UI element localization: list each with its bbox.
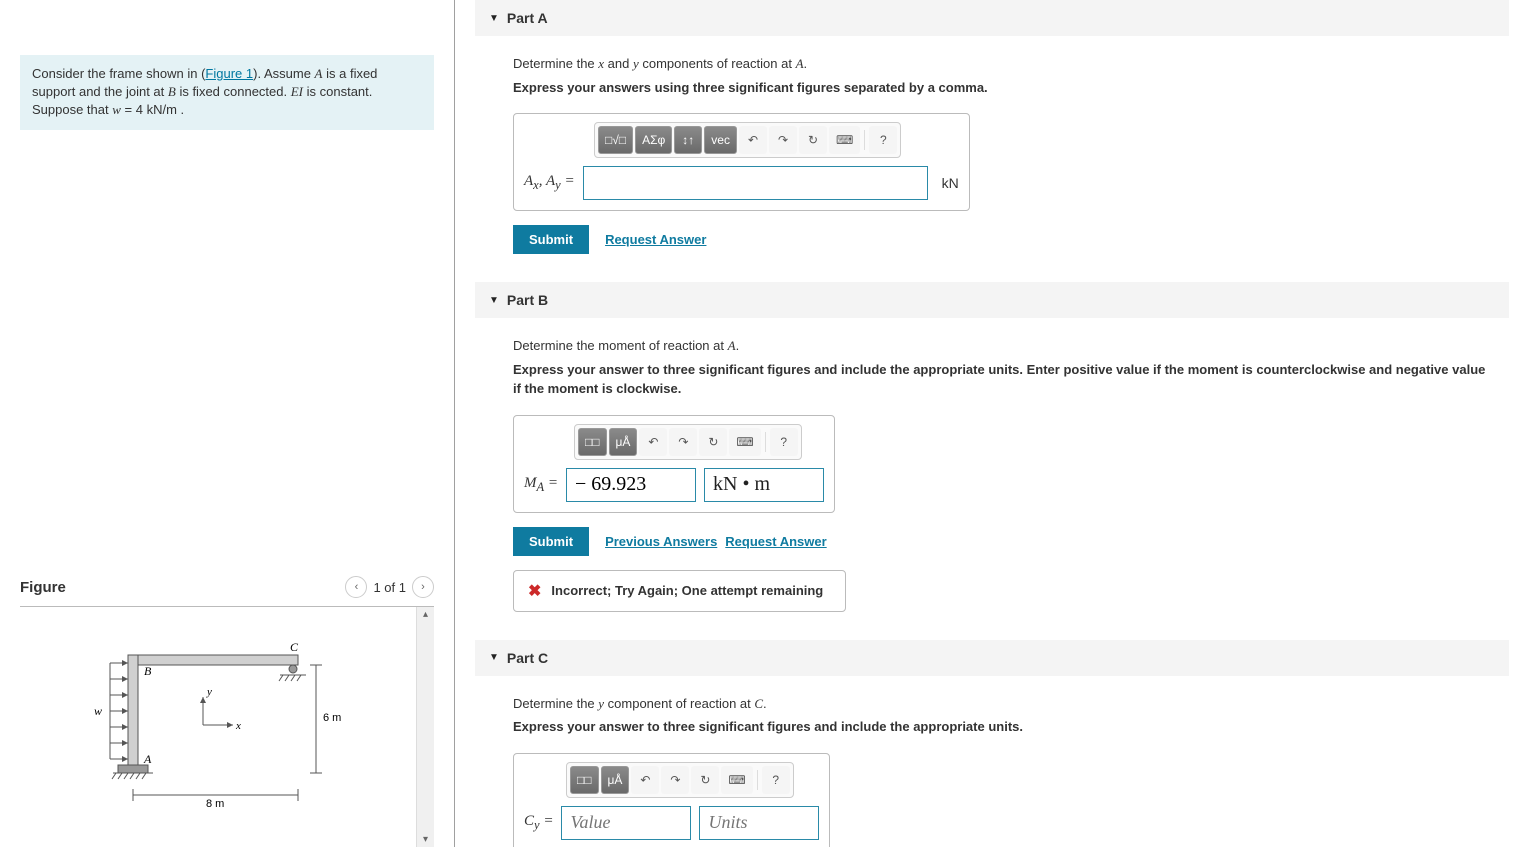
part-b-unit-input[interactable]: [704, 468, 824, 502]
figure-title: Figure: [20, 579, 66, 596]
part-b-var-label: MA =: [524, 475, 558, 495]
left-panel: Consider the frame shown in (Figure 1). …: [0, 0, 455, 847]
figure-section: Figure ‹ 1 of 1 ›: [20, 568, 434, 847]
part-c-answer-box: □□ μÅ ↶ ↷ ↻ ⌨ ? Cy =: [513, 753, 830, 847]
incorrect-icon: ✖: [528, 581, 541, 601]
label-8m: 8 m: [206, 798, 224, 810]
part-b-title: Part B: [507, 292, 548, 308]
part-b-previous-answers-link[interactable]: Previous Answers: [605, 534, 717, 549]
part-b-instruction2: Express your answer to three significant…: [513, 360, 1491, 399]
part-a-header[interactable]: ▼ Part A: [475, 0, 1509, 36]
label-B: B: [144, 664, 152, 678]
figure-counter: 1 of 1: [373, 580, 406, 595]
label-C: C: [290, 640, 299, 654]
part-c-instruction1: Determine the y component of reaction at…: [513, 694, 1491, 714]
collapse-icon: ▼: [489, 13, 499, 24]
part-a-title: Part A: [507, 10, 548, 26]
part-c-title: Part C: [507, 650, 548, 666]
help-button[interactable]: ?: [770, 428, 798, 456]
reset-button[interactable]: ↻: [699, 428, 727, 456]
undo-button[interactable]: ↶: [631, 766, 659, 794]
collapse-icon: ▼: [489, 652, 499, 663]
figure-next-button[interactable]: ›: [412, 576, 434, 598]
keyboard-button[interactable]: ⌨: [721, 766, 752, 794]
part-b-answer-box: □□ μÅ ↶ ↷ ↻ ⌨ ? MA =: [513, 415, 835, 513]
part-b-content: Determine the moment of reaction at A. E…: [475, 318, 1509, 630]
part-a-answer-box: □√□ ΑΣφ ↕↑ vec ↶ ↷ ↻ ⌨ ? Ax, Ay = kN: [513, 113, 970, 211]
problem-statement: Consider the frame shown in (Figure 1). …: [20, 55, 434, 130]
scroll-down-icon[interactable]: ▾: [423, 834, 428, 845]
frame-diagram-svg: B C A w y x 6 m 8 m: [88, 637, 348, 817]
part-b-request-answer-link[interactable]: Request Answer: [725, 534, 826, 549]
part-a-answer-input[interactable]: [583, 166, 928, 200]
part-a-unit: kN: [942, 175, 959, 191]
undo-button[interactable]: ↶: [739, 126, 767, 154]
figure-prev-button[interactable]: ‹: [345, 576, 367, 598]
part-b-header[interactable]: ▼ Part B: [475, 282, 1509, 318]
part-b-submit-button[interactable]: Submit: [513, 527, 589, 556]
label-6m: 6 m: [323, 712, 341, 724]
templates-button[interactable]: □□: [578, 428, 607, 456]
redo-button[interactable]: ↷: [769, 126, 797, 154]
redo-button[interactable]: ↷: [661, 766, 689, 794]
part-a-toolbar: □√□ ΑΣφ ↕↑ vec ↶ ↷ ↻ ⌨ ?: [594, 122, 901, 158]
label-x: x: [235, 720, 241, 732]
mu-button[interactable]: μÅ: [601, 766, 630, 794]
scroll-up-icon[interactable]: ▴: [423, 609, 428, 620]
templates-button[interactable]: □√□: [598, 126, 633, 154]
collapse-icon: ▼: [489, 295, 499, 306]
part-b-feedback-text: Incorrect; Try Again; One attempt remain…: [551, 583, 823, 598]
part-c-instruction2: Express your answer to three significant…: [513, 717, 1491, 737]
part-a-submit-button[interactable]: Submit: [513, 225, 589, 254]
part-a-var-label: Ax, Ay =: [524, 173, 575, 193]
label-y: y: [206, 686, 212, 698]
right-panel: ▼ Part A Determine the x and y component…: [455, 0, 1529, 847]
label-A: A: [143, 752, 152, 766]
keyboard-button[interactable]: ⌨: [829, 126, 860, 154]
reset-button[interactable]: ↻: [799, 126, 827, 154]
help-button[interactable]: ?: [762, 766, 790, 794]
part-c-header[interactable]: ▼ Part C: [475, 640, 1509, 676]
templates-button[interactable]: □□: [570, 766, 599, 794]
part-b-feedback: ✖ Incorrect; Try Again; One attempt rema…: [513, 570, 846, 612]
keyboard-button[interactable]: ⌨: [729, 428, 760, 456]
part-a-content: Determine the x and y components of reac…: [475, 36, 1509, 272]
part-a-instruction2: Express your answers using three signifi…: [513, 78, 1491, 98]
part-b-value-input[interactable]: [566, 468, 696, 502]
vec-button[interactable]: vec: [704, 126, 737, 154]
part-b-toolbar: □□ μÅ ↶ ↷ ↻ ⌨ ?: [574, 424, 802, 460]
reset-button[interactable]: ↻: [691, 766, 719, 794]
figure-nav: ‹ 1 of 1 ›: [345, 576, 434, 598]
part-c-unit-input[interactable]: [699, 806, 819, 840]
part-c-var-label: Cy =: [524, 813, 553, 833]
mu-button[interactable]: μÅ: [609, 428, 638, 456]
help-button[interactable]: ?: [869, 126, 897, 154]
problem-text: Consider the frame shown in (: [32, 66, 205, 81]
figure-image: B C A w y x 6 m 8 m: [20, 607, 416, 847]
part-c-toolbar: □□ μÅ ↶ ↷ ↻ ⌨ ?: [566, 762, 794, 798]
symbols-button[interactable]: ΑΣφ: [635, 126, 672, 154]
part-c-content: Determine the y component of reaction at…: [475, 676, 1509, 847]
part-b-instruction1: Determine the moment of reaction at A.: [513, 336, 1491, 356]
undo-button[interactable]: ↶: [639, 428, 667, 456]
label-w: w: [94, 704, 102, 718]
part-c-value-input[interactable]: [561, 806, 691, 840]
redo-button[interactable]: ↷: [669, 428, 697, 456]
arrows-button[interactable]: ↕↑: [674, 126, 702, 154]
part-a-request-answer-link[interactable]: Request Answer: [605, 232, 706, 247]
figure-link[interactable]: Figure 1: [205, 66, 253, 81]
figure-scrollbar[interactable]: ▴ ▾: [416, 607, 434, 847]
part-a-instruction1: Determine the x and y components of reac…: [513, 54, 1491, 74]
